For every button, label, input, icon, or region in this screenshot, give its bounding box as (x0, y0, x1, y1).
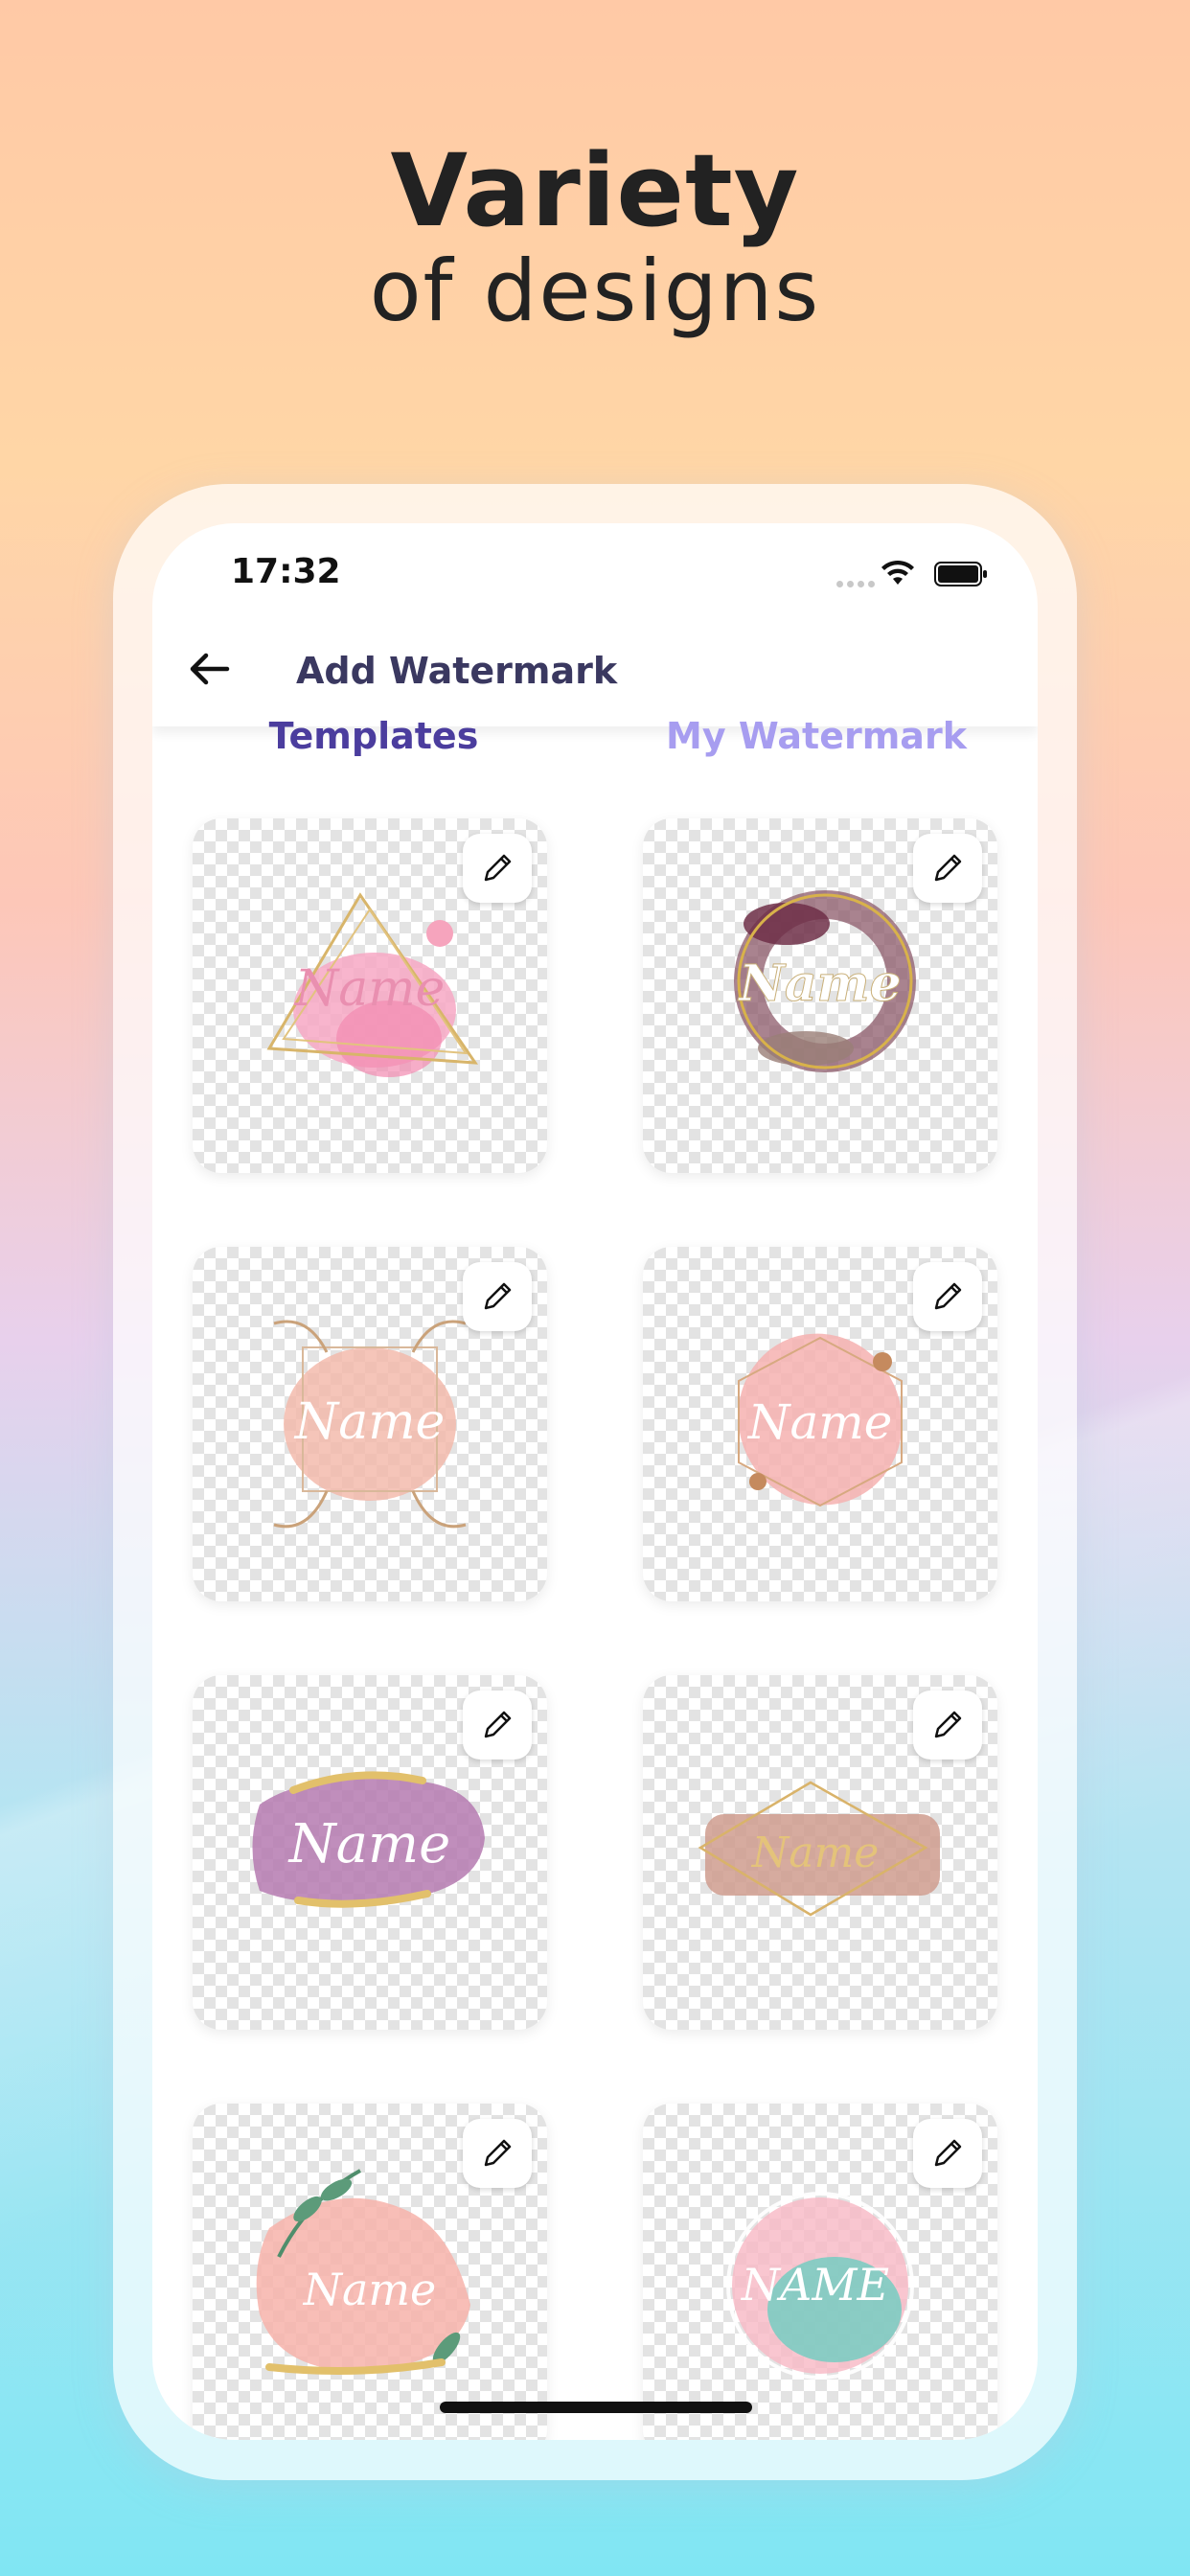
nav-bar: Add Watermark (152, 611, 1038, 726)
edit-button[interactable] (463, 2119, 532, 2188)
svg-text:Name: Name (747, 1394, 893, 1450)
pencil-icon (484, 2139, 512, 2167)
template-card[interactable]: NAME (643, 2104, 997, 2440)
template-card[interactable]: Name (643, 1247, 997, 1601)
svg-text:Name: Name (287, 1813, 451, 1875)
template-card[interactable]: Name (193, 1675, 547, 2030)
template-card[interactable]: Name (193, 1247, 547, 1601)
edit-button[interactable] (913, 2119, 982, 2188)
pencil-icon (484, 1711, 512, 1738)
pencil-icon (484, 1282, 512, 1310)
pencil-icon (934, 2139, 962, 2167)
svg-text:Name: Name (293, 960, 446, 1018)
pencil-icon (934, 1711, 962, 1738)
edit-button[interactable] (463, 1262, 532, 1331)
svg-text:Name: Name (293, 1393, 446, 1451)
status-bar: 17:32 (152, 552, 1038, 610)
headline-subtitle: of designs (369, 242, 821, 340)
pencil-icon (934, 1282, 962, 1310)
template-card[interactable]: Name (193, 2104, 547, 2440)
tab-my-watermark[interactable]: My Watermark (595, 715, 1038, 757)
template-card[interactable]: Name (643, 1675, 997, 2030)
svg-text:NAME: NAME (741, 2259, 889, 2311)
pencil-icon (484, 854, 512, 882)
svg-text:Name: Name (737, 954, 901, 1013)
edit-button[interactable] (913, 1262, 982, 1331)
edit-button[interactable] (463, 834, 532, 903)
template-card[interactable]: Name (193, 818, 547, 1173)
wifi-icon (881, 560, 914, 585)
back-arrow-icon[interactable] (189, 650, 231, 688)
svg-text:Name: Name (751, 1828, 880, 1877)
tab-templates[interactable]: Templates (152, 715, 595, 757)
status-time: 17:32 (231, 552, 341, 591)
svg-text:Name: Name (303, 2264, 437, 2315)
signal-icon (836, 581, 875, 587)
phone-screen: 17:32 Add Watermark Templates My Waterma… (152, 523, 1038, 2440)
edit-button[interactable] (463, 1690, 532, 1760)
home-indicator (440, 2402, 752, 2413)
headline-title: Variety (390, 132, 800, 249)
template-card[interactable]: Name (643, 818, 997, 1173)
page-title: Add Watermark (296, 650, 618, 692)
pencil-icon (934, 854, 962, 882)
battery-icon (934, 562, 987, 586)
edit-button[interactable] (913, 834, 982, 903)
edit-button[interactable] (913, 1690, 982, 1760)
